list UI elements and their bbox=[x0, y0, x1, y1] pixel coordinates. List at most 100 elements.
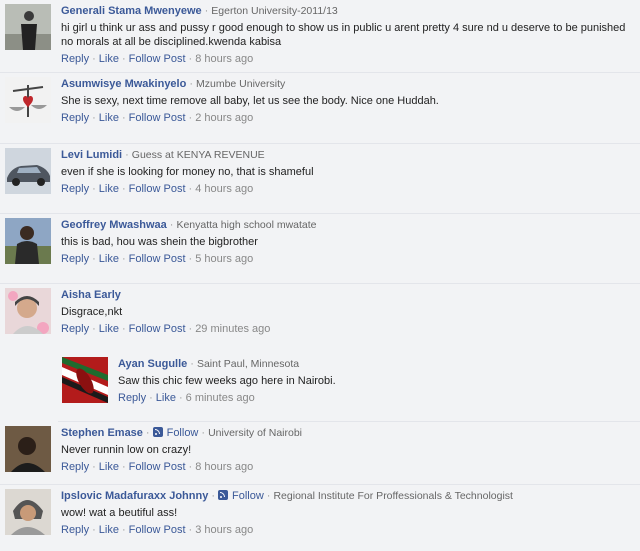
commenter-affiliation[interactable]: University of Nairobi bbox=[208, 427, 302, 439]
separator-dot: · bbox=[121, 524, 126, 536]
separator-dot: · bbox=[121, 112, 126, 124]
reply-link[interactable]: Reply bbox=[61, 53, 89, 65]
reply-link[interactable]: Reply bbox=[61, 253, 89, 265]
follow-label[interactable]: Follow bbox=[232, 490, 264, 502]
avatar[interactable] bbox=[5, 218, 51, 264]
separator-dot: · bbox=[188, 183, 193, 195]
avatar[interactable] bbox=[5, 4, 51, 50]
separator-dot: · bbox=[188, 112, 193, 124]
commenter-name[interactable]: Geoffrey Mwashwaa bbox=[61, 219, 167, 231]
commenter-name[interactable]: Levi Lumidi bbox=[61, 149, 122, 161]
separator-dot: · bbox=[188, 461, 193, 473]
separator-dot: · bbox=[121, 253, 126, 265]
comment-text: Saw this chic few weeks ago here in Nair… bbox=[118, 375, 336, 387]
follow-label[interactable]: Follow bbox=[167, 427, 199, 439]
avatar[interactable] bbox=[5, 288, 51, 334]
follow-post-link[interactable]: Follow Post bbox=[129, 323, 186, 335]
comment-text: hi girl u think ur ass and pussy r good … bbox=[61, 22, 626, 48]
follow-button[interactable]: Follow bbox=[218, 490, 264, 502]
reply-link[interactable]: Reply bbox=[61, 323, 89, 335]
timestamp[interactable]: 5 hours ago bbox=[195, 253, 253, 265]
comment-item: Aisha Early Disgrace,nkt Reply · Like · Foll… bbox=[0, 284, 640, 353]
reply-link[interactable]: Reply bbox=[61, 112, 89, 124]
follow-post-link[interactable]: Follow Post bbox=[129, 461, 186, 473]
separator-dot: · bbox=[92, 323, 96, 335]
separator-dot: · bbox=[211, 490, 215, 502]
commenter-affiliation[interactable]: Mzumbe University bbox=[196, 78, 285, 90]
separator-dot: · bbox=[92, 183, 96, 195]
follow-post-link[interactable]: Follow Post bbox=[129, 112, 186, 124]
separator-dot: · bbox=[188, 323, 193, 335]
like-link[interactable]: Like bbox=[99, 461, 119, 473]
separator-dot: · bbox=[92, 53, 96, 65]
reply-link[interactable]: Reply bbox=[61, 524, 89, 536]
commenter-name[interactable]: Asumwisye Mwakinyelo bbox=[61, 78, 186, 90]
reply-item: Ayan Sugulle · Saint Paul, Minnesota Saw t… bbox=[58, 353, 640, 422]
separator-dot: · bbox=[178, 392, 183, 404]
separator-dot: · bbox=[145, 427, 150, 439]
timestamp[interactable]: 4 hours ago bbox=[195, 183, 253, 195]
separator-dot: · bbox=[92, 253, 96, 265]
comment-item: Ipslovic Madafuraxx Johnny · Follow · Region… bbox=[0, 485, 640, 551]
commenter-name[interactable]: Ayan Sugulle bbox=[118, 358, 187, 370]
reply-link[interactable]: Reply bbox=[61, 461, 89, 473]
timestamp[interactable]: 6 minutes ago bbox=[186, 392, 255, 404]
separator-dot: · bbox=[188, 524, 193, 536]
comment-text: She is sexy, next time remove all baby, … bbox=[61, 95, 439, 107]
avatar[interactable] bbox=[5, 489, 51, 535]
timestamp[interactable]: 8 hours ago bbox=[195, 53, 253, 65]
follow-post-link[interactable]: Follow Post bbox=[129, 524, 186, 536]
comment-text: this is bad, hou was shein the bigbrothe… bbox=[61, 236, 258, 248]
like-link[interactable]: Like bbox=[99, 112, 119, 124]
like-link[interactable]: Like bbox=[99, 524, 119, 536]
follow-post-link[interactable]: Follow Post bbox=[129, 53, 186, 65]
separator-dot: · bbox=[92, 524, 96, 536]
avatar[interactable] bbox=[5, 426, 51, 472]
commenter-affiliation[interactable]: Egerton University-2011/13 bbox=[211, 5, 337, 17]
comment-item: Asumwisye Mwakinyelo · Mzumbe University S… bbox=[0, 73, 640, 144]
separator-dot: · bbox=[201, 427, 206, 439]
separator-dot: · bbox=[149, 392, 153, 404]
commenter-name[interactable]: Stephen Emase bbox=[61, 427, 143, 439]
commenter-name[interactable]: Ipslovic Madafuraxx Johnny bbox=[61, 490, 208, 502]
commenter-affiliation[interactable]: Saint Paul, Minnesota bbox=[197, 358, 299, 370]
comment-text: even if she is looking for money no, tha… bbox=[61, 166, 314, 178]
separator-dot: · bbox=[204, 5, 209, 17]
separator-dot: · bbox=[121, 461, 126, 473]
commenter-affiliation[interactable]: Regional Institute For Proffessionals & … bbox=[273, 490, 513, 502]
avatar[interactable] bbox=[5, 148, 51, 194]
follow-post-link[interactable]: Follow Post bbox=[129, 253, 186, 265]
timestamp[interactable]: 3 hours ago bbox=[195, 524, 253, 536]
commenter-name[interactable]: Generali Stama Mwenyewe bbox=[61, 5, 202, 17]
commenter-name[interactable]: Aisha Early bbox=[61, 289, 121, 301]
separator-dot: · bbox=[121, 183, 126, 195]
separator-dot: · bbox=[125, 149, 129, 161]
rss-icon bbox=[152, 427, 163, 437]
reply-link[interactable]: Reply bbox=[118, 392, 146, 404]
separator-dot: · bbox=[190, 358, 194, 370]
comment-text: Disgrace,nkt bbox=[61, 306, 123, 318]
like-link[interactable]: Like bbox=[156, 392, 176, 404]
comment-item: Geoffrey Mwashwaa · Kenyatta high school m… bbox=[0, 214, 640, 284]
avatar[interactable] bbox=[5, 77, 51, 123]
like-link[interactable]: Like bbox=[99, 53, 119, 65]
like-link[interactable]: Like bbox=[99, 323, 119, 335]
comment-item: Levi Lumidi · Guess at KENYA REVENUE even … bbox=[0, 144, 640, 214]
like-link[interactable]: Like bbox=[99, 253, 119, 265]
separator-dot: · bbox=[121, 53, 126, 65]
commenter-affiliation[interactable]: Kenyatta high school mwatate bbox=[176, 219, 316, 231]
commenter-affiliation[interactable]: Guess at KENYA REVENUE bbox=[132, 149, 265, 161]
follow-post-link[interactable]: Follow Post bbox=[129, 183, 186, 195]
separator-dot: · bbox=[188, 253, 193, 265]
separator-dot: · bbox=[266, 490, 271, 502]
timestamp[interactable]: 29 minutes ago bbox=[195, 323, 270, 335]
timestamp[interactable]: 8 hours ago bbox=[195, 461, 253, 473]
like-link[interactable]: Like bbox=[99, 183, 119, 195]
timestamp[interactable]: 2 hours ago bbox=[195, 112, 253, 124]
comment-item: Stephen Emase · Follow · University of Nairo… bbox=[0, 422, 640, 485]
avatar[interactable] bbox=[62, 357, 108, 403]
reply-link[interactable]: Reply bbox=[61, 183, 89, 195]
separator-dot: · bbox=[189, 78, 193, 90]
follow-button[interactable]: Follow bbox=[152, 427, 199, 439]
comment-item: Generali Stama Mwenyewe · Egerton Universi… bbox=[0, 0, 640, 73]
